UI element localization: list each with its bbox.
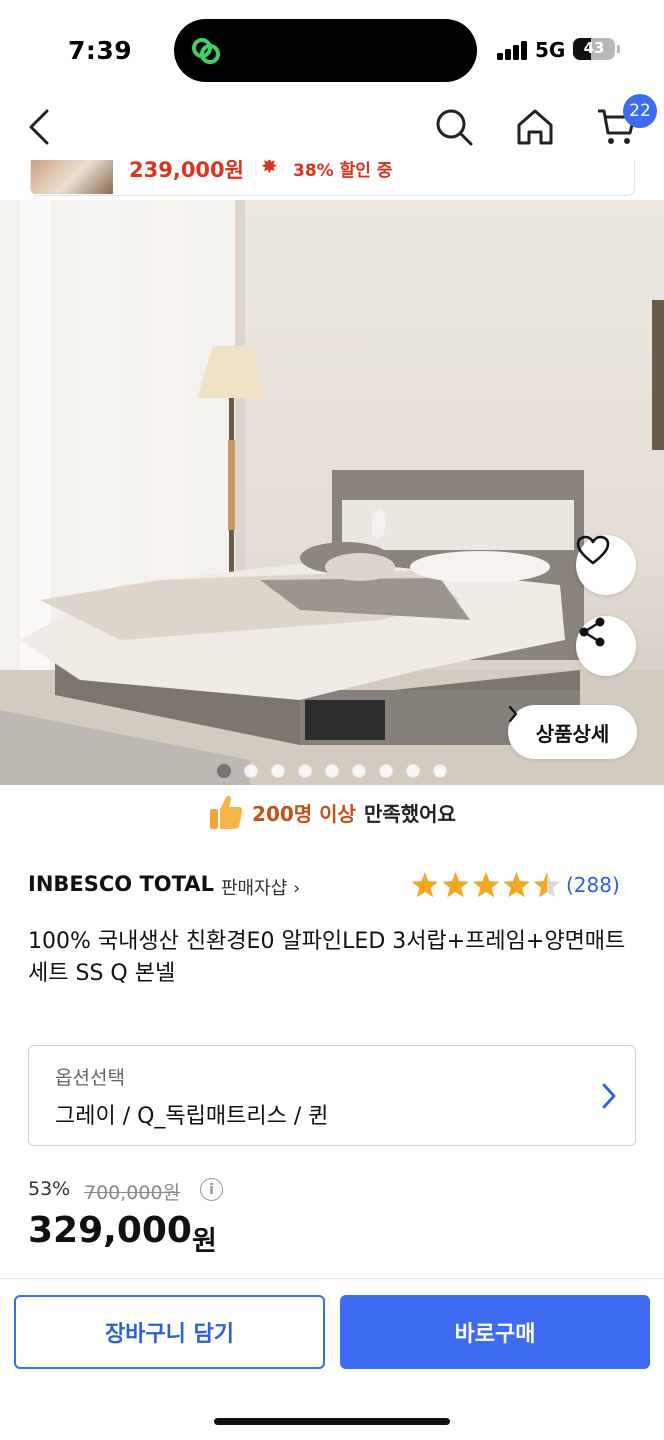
strip-price: 239,000원	[129, 160, 244, 182]
status-time: 7:39	[68, 36, 133, 65]
cart-count-badge: 22	[623, 94, 657, 128]
chevron-down-icon: ⌄	[623, 160, 634, 164]
star-icon	[533, 872, 561, 898]
share-icon	[579, 617, 605, 647]
gallery-dot[interactable]	[271, 764, 285, 778]
sticky-product-strip[interactable]: 239,000원 ✸ 38% 할인 중 ⌄	[30, 160, 635, 196]
battery-icon: 43	[573, 38, 615, 60]
share-button[interactable]	[576, 616, 636, 676]
strip-discount: 38% 할인 중	[293, 161, 393, 181]
satisfaction-count: 200명 이상	[252, 801, 356, 826]
review-count[interactable]: (288)	[566, 873, 620, 897]
satisfaction-text: 만족했어요	[363, 801, 456, 826]
home-indicator[interactable]	[214, 1418, 450, 1425]
seller-shop-link[interactable]: 판매자샵 ›	[221, 874, 300, 900]
home-icon[interactable]	[512, 104, 558, 150]
signal-icon	[497, 40, 529, 60]
product-title: 100% 국내생산 친환경E0 알파인LED 3서랍+프레임+양면매트세트 SS…	[28, 929, 626, 986]
satisfaction-banner: 200명 이상 만족했어요	[0, 790, 664, 834]
link-app-icon	[192, 38, 220, 64]
bedroom-photo	[0, 200, 664, 785]
gallery-dot[interactable]	[433, 764, 447, 778]
network-type: 5G	[535, 38, 566, 62]
thumbs-up-icon	[210, 795, 243, 829]
product-detail-label: 상품상세	[535, 721, 610, 746]
product-image[interactable]: 상품상세	[0, 200, 664, 785]
info-icon[interactable]: i	[200, 1178, 223, 1201]
gallery-dot[interactable]	[244, 764, 258, 778]
back-icon[interactable]	[16, 104, 62, 150]
wishlist-button[interactable]	[576, 535, 636, 595]
battery-level: 43	[583, 39, 605, 57]
original-price: 700,000원	[84, 1182, 181, 1204]
seller-shop-label: 판매자샵	[221, 878, 288, 899]
gallery-dot[interactable]	[217, 764, 231, 778]
dynamic-island	[174, 19, 477, 82]
gallery-dot[interactable]	[352, 764, 366, 778]
strip-thumbnail	[31, 160, 113, 194]
gallery-dot[interactable]	[379, 764, 393, 778]
discount-rate: 53%	[28, 1178, 71, 1200]
gallery-dot[interactable]	[298, 764, 312, 778]
add-to-cart-button[interactable]: 장바구니 담기	[14, 1295, 325, 1369]
heart-icon	[576, 535, 610, 565]
chevron-right-icon	[508, 705, 518, 723]
gallery-dot[interactable]	[325, 764, 339, 778]
option-label: 옵션선택	[55, 1067, 125, 1089]
chevron-right-icon	[602, 1083, 616, 1109]
rating-stars	[411, 872, 561, 898]
price-unit: 원	[192, 1226, 217, 1257]
status-bar: 7:39 5G 43	[0, 0, 664, 96]
bottom-action-bar: 장바구니 담기 바로구매	[0, 1278, 664, 1440]
gallery-dot[interactable]	[406, 764, 420, 778]
star-icon	[472, 872, 500, 898]
top-navigation	[0, 96, 664, 160]
gallery-pagination	[217, 764, 447, 778]
star-icon	[503, 872, 530, 898]
search-icon[interactable]	[431, 104, 477, 150]
chevron-right-icon: ›	[292, 878, 301, 899]
seller-name: INBESCO TOTAL	[28, 872, 214, 896]
sale-price: 329,000	[28, 1210, 192, 1251]
option-selector[interactable]: 옵션선택 그레이 / Q_독립매트리스 / 퀸	[28, 1045, 636, 1146]
product-detail-button[interactable]: 상품상세	[508, 705, 637, 759]
buy-now-button[interactable]: 바로구매	[340, 1295, 650, 1369]
star-icon	[411, 872, 439, 898]
star-icon	[442, 872, 469, 898]
battery-tip	[617, 45, 620, 53]
sale-icon: ✸	[261, 160, 278, 178]
option-value: 그레이 / Q_독립매트리스 / 퀸	[55, 1104, 329, 1129]
